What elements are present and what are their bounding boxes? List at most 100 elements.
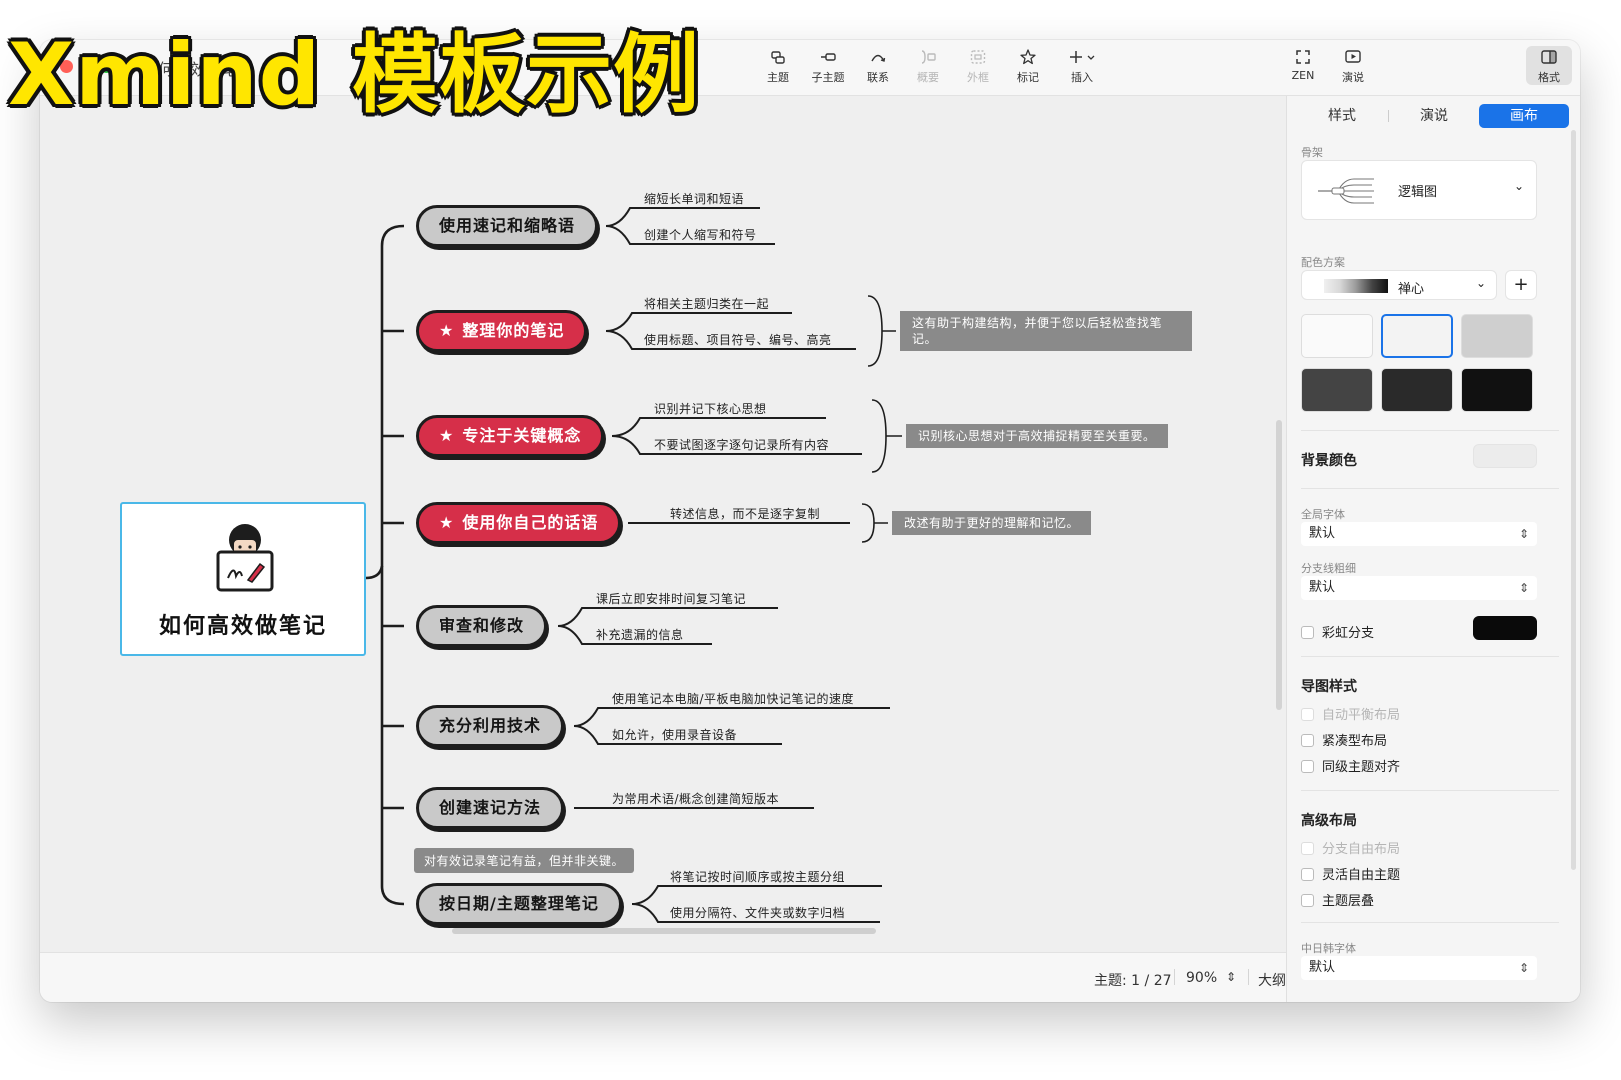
topic-label: 创建速记方法 bbox=[439, 798, 542, 817]
subtopic-icon bbox=[821, 53, 836, 61]
add-color-scheme-button[interactable]: + bbox=[1505, 270, 1537, 300]
background-color-label: 背景颜色 bbox=[1301, 453, 1357, 469]
topic-key-concepts[interactable]: ★ 专注于关键概念 bbox=[416, 415, 605, 457]
subtopic[interactable]: 为常用术语/概念创建简短版本 bbox=[612, 790, 779, 807]
topic-shorthand-method[interactable]: 创建速记方法 bbox=[416, 787, 565, 829]
cjk-font-select[interactable]: 默认 ⇕ bbox=[1301, 956, 1537, 980]
topic-organize-notes[interactable]: ★ 整理你的笔记 bbox=[416, 310, 588, 352]
subtopic[interactable]: 转述信息，而不是逐字复制 bbox=[670, 505, 820, 522]
play-icon bbox=[1345, 50, 1361, 63]
theme-swatch-6[interactable] bbox=[1461, 368, 1533, 412]
subtopic[interactable]: 如允许，使用录音设备 bbox=[612, 726, 737, 743]
callout-organize-by-date[interactable]: 对有效记录笔记有益，但并非关键。 bbox=[414, 848, 635, 873]
toolbar-format-button[interactable]: 格式 bbox=[1526, 46, 1572, 85]
rainbow-branch-checkbox[interactable]: 彩虹分支 bbox=[1301, 622, 1374, 641]
app-window: 何…效…笔 主题 子主题 联系 概要 外框 标记 插入 ZEN 演说 格式 如何… bbox=[40, 40, 1580, 1002]
sub-line bbox=[631, 885, 882, 905]
subtopic[interactable]: 使用笔记本电脑/平板电脑加快记笔记的速度 bbox=[612, 690, 854, 707]
flexible-floating-checkbox[interactable]: 灵活自由主题 bbox=[1301, 864, 1400, 883]
theme-swatch-3[interactable] bbox=[1461, 314, 1533, 358]
topic-organize-by-date[interactable]: 按日期/主题整理笔记 bbox=[416, 883, 622, 925]
theme-swatch-5[interactable] bbox=[1381, 368, 1453, 412]
compact-layout-checkbox[interactable]: 紧凑型布局 bbox=[1301, 730, 1387, 749]
outline-button[interactable]: 大纲 bbox=[1258, 970, 1286, 990]
toolbar-format-label: 格式 bbox=[1538, 71, 1560, 84]
subtopic[interactable]: 使用分隔符、文件夹或数字归档 bbox=[670, 904, 845, 921]
global-font-select[interactable]: 默认 ⇕ bbox=[1301, 522, 1537, 546]
topic-overlap-checkbox[interactable]: 主题层叠 bbox=[1301, 890, 1374, 909]
subtopic[interactable]: 补充遗漏的信息 bbox=[596, 626, 684, 643]
topic-shorthand[interactable]: 使用速记和缩略语 bbox=[416, 205, 599, 247]
subtopic[interactable]: 课后立即安排时间复习笔记 bbox=[596, 590, 746, 607]
toolbar-topic-label: 主题 bbox=[767, 71, 789, 84]
toolbar-marker-button[interactable]: 标记 bbox=[1001, 48, 1055, 85]
theme-swatch-2[interactable] bbox=[1381, 314, 1453, 358]
cjk-font-value: 默认 bbox=[1309, 960, 1336, 975]
checkbox-box bbox=[1301, 868, 1314, 881]
mindmap-canvas[interactable]: 如何高效做笔记 使用速记和缩略语 ★ 整理你的笔记 ★ 专注于关键概念 ★ 使用你自己… bbox=[40, 96, 1286, 952]
plus-icon bbox=[1070, 51, 1095, 63]
color-scheme-label: 配色方案 bbox=[1301, 256, 1345, 269]
sub-line bbox=[611, 417, 826, 437]
chevron-down-icon: ⌄ bbox=[1513, 179, 1524, 193]
free-branch-checkbox[interactable]: 分支自由布局 bbox=[1301, 838, 1400, 857]
panel-divider bbox=[1301, 488, 1559, 489]
horizontal-scrollbar[interactable] bbox=[452, 928, 876, 934]
tab-style[interactable]: 样式 bbox=[1297, 104, 1387, 128]
panel-divider bbox=[1301, 656, 1559, 657]
topic-count: 主题: 1 / 27 bbox=[1094, 973, 1172, 989]
branch-width-select[interactable]: 默认 ⇕ bbox=[1301, 576, 1537, 600]
color-scheme-select[interactable]: 禅心 ⌄ bbox=[1301, 270, 1497, 300]
toolbar-relationship-button[interactable]: 联系 bbox=[851, 48, 905, 85]
auto-balance-checkbox[interactable]: 自动平衡布局 bbox=[1301, 704, 1400, 723]
theme-swatch-1[interactable] bbox=[1301, 314, 1373, 358]
panel-divider bbox=[1301, 430, 1559, 431]
vertical-scrollbar[interactable] bbox=[1276, 420, 1282, 710]
topic-label: 按日期/主题整理笔记 bbox=[439, 894, 599, 913]
central-topic[interactable]: 如何高效做笔记 bbox=[120, 502, 366, 656]
branch-line bbox=[365, 224, 405, 580]
panel-scrollbar[interactable] bbox=[1571, 130, 1576, 870]
zoom-stepper-icon[interactable]: ⇕ bbox=[1226, 970, 1236, 984]
theme-swatch-4[interactable] bbox=[1301, 368, 1373, 412]
summary-own-words[interactable]: 改述有助于更好的理解和记忆。 bbox=[892, 511, 1092, 535]
topic-label: 专注于关键概念 bbox=[462, 426, 582, 445]
global-font-value: 默认 bbox=[1309, 526, 1336, 541]
topic-own-words[interactable]: ★ 使用你自己的话语 bbox=[416, 502, 622, 544]
skeleton-select[interactable]: 逻辑图 ⌄ bbox=[1301, 160, 1537, 220]
map-style-label: 导图样式 bbox=[1301, 679, 1357, 695]
toolbar-subtopic-label: 子主题 bbox=[811, 71, 845, 84]
background-color-picker[interactable] bbox=[1473, 444, 1537, 468]
toolbar-insert-button[interactable]: 插入 bbox=[1055, 48, 1109, 85]
toolbar-summary-button[interactable]: 概要 bbox=[901, 48, 955, 85]
summary-key-concepts[interactable]: 识别核心思想对于高效捕捉精要至关重要。 bbox=[906, 424, 1168, 448]
panel-divider bbox=[1301, 922, 1559, 923]
subtopic[interactable]: 缩短长单词和短语 bbox=[644, 190, 744, 207]
checkbox-box bbox=[1301, 894, 1314, 907]
summary-organize[interactable]: 这有助于构建结构，并便于您以后轻松查找笔记。 bbox=[900, 311, 1192, 351]
toolbar-subtopic-button[interactable]: 子主题 bbox=[801, 48, 855, 85]
toolbar-topic-button[interactable]: 主题 bbox=[751, 48, 805, 85]
rainbow-color-picker[interactable] bbox=[1473, 616, 1537, 640]
subtopic[interactable]: 不要试图逐字逐句记录所有内容 bbox=[654, 436, 829, 453]
toolbar-zen-button[interactable]: ZEN bbox=[1276, 48, 1330, 82]
updown-icon: ⇕ bbox=[1518, 527, 1529, 541]
note-taker-illustration bbox=[216, 524, 274, 592]
subtopic[interactable]: 使用标题、项目符号、编号、高亮 bbox=[644, 331, 832, 348]
toolbar-pitch-button[interactable]: 演说 bbox=[1326, 48, 1380, 85]
toolbar-boundary-button[interactable]: 外框 bbox=[951, 48, 1005, 85]
subtopic[interactable]: 创建个人缩写和符号 bbox=[644, 226, 757, 243]
subtopic[interactable]: 将笔记按时间顺序或按主题分组 bbox=[670, 868, 845, 885]
subtopic[interactable]: 识别并记下核心思想 bbox=[654, 400, 767, 417]
compact-layout-label: 紧凑型布局 bbox=[1322, 734, 1388, 749]
tab-pitch[interactable]: 演说 bbox=[1389, 104, 1479, 128]
topic-technology[interactable]: 充分利用技术 bbox=[416, 705, 565, 747]
zoom-level[interactable]: 90% bbox=[1186, 970, 1217, 986]
cjk-font-label: 中日韩字体 bbox=[1301, 942, 1356, 955]
align-siblings-checkbox[interactable]: 同级主题对齐 bbox=[1301, 756, 1400, 775]
star-icon: ★ bbox=[439, 321, 455, 340]
topic-review[interactable]: 审查和修改 bbox=[416, 605, 548, 647]
subtopic[interactable]: 将相关主题归类在一起 bbox=[644, 295, 769, 312]
status-bar: 主题: 1 / 27 90% ⇕ 大纲 bbox=[40, 952, 1286, 1002]
tab-canvas[interactable]: 画布 bbox=[1479, 104, 1569, 128]
